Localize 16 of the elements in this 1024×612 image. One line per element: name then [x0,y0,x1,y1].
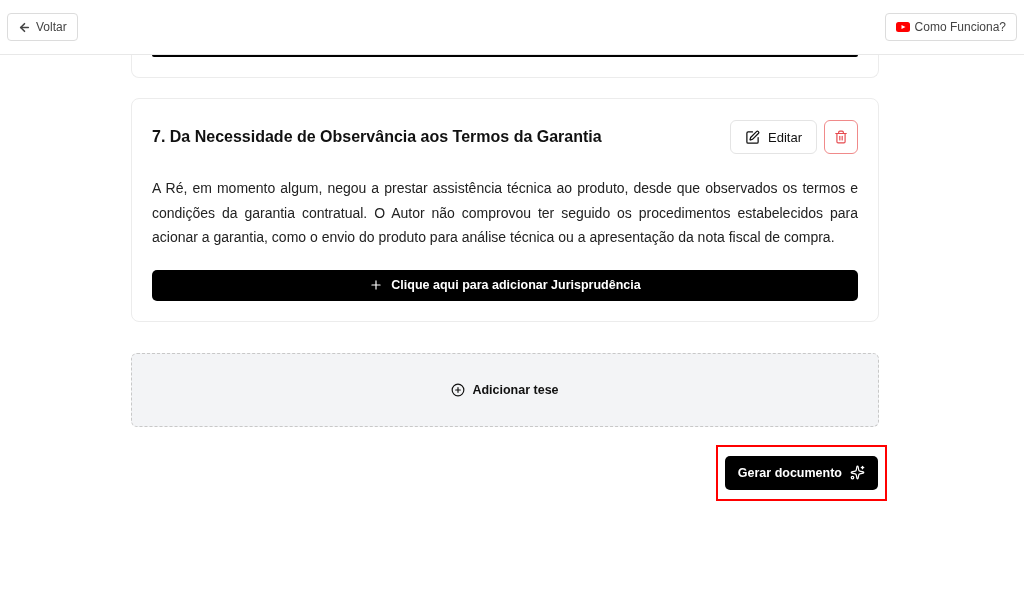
video-play-icon [895,22,910,32]
sparkles-icon [850,465,865,480]
trash-icon [834,130,848,144]
generate-document-button[interactable]: Gerar documento [724,455,878,490]
plus-icon [369,278,384,292]
thesis-text: A Ré, em momento algum, negou a prestar assistência técnica ao produto, desde que observados os termos e condições da garantia contratual. O Autor não comprovou ter seguido os procedimentos estabelecidos para acionar a garantia, como o envio do produto para análise técnica ou a apresentação da nota fiscal de compra. [152,179,858,247]
add-thesis-button[interactable]: Adicionar tese [131,352,879,427]
thesis-title: 7. Da Necessidade de Observância aos Termos da Garantia [152,128,602,146]
delete-button[interactable] [824,120,858,154]
edit-button[interactable]: Editar [730,120,817,154]
plus-circle-icon [451,382,466,397]
arrow-left-icon [18,20,31,34]
add-jurisprudence-button[interactable]: Clique aqui para adicionar Jurisprudência [152,269,858,301]
edit-icon [745,129,761,145]
help-button[interactable]: Como Funciona? [884,13,1017,41]
back-button[interactable]: Voltar [7,13,78,41]
